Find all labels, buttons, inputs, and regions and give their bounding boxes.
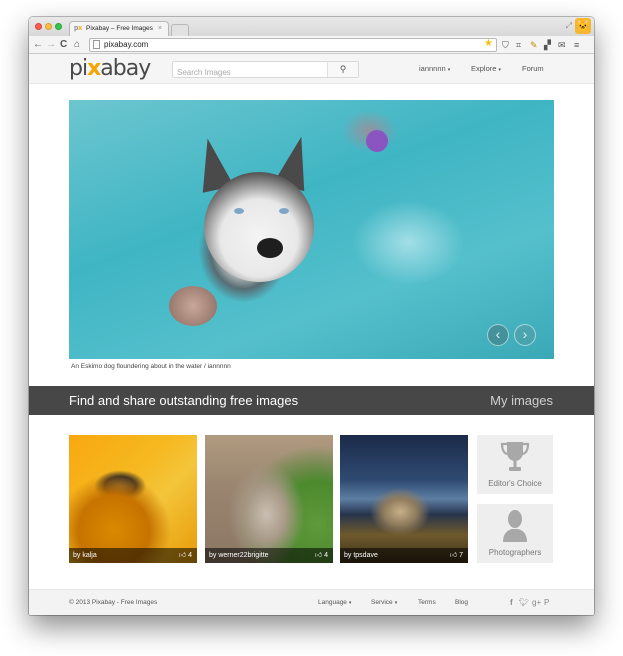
- bookmark-star-icon[interactable]: ★: [484, 38, 493, 50]
- my-images-link[interactable]: My images: [490, 386, 553, 415]
- blog-link[interactable]: Blog: [455, 590, 468, 615]
- thumbnail-overlay: by werner22brigitte 👍︎ 4: [205, 548, 333, 563]
- hero-dog-nose-shape: [257, 238, 283, 258]
- service-label: Service: [371, 599, 393, 606]
- minimize-window-button[interactable]: [45, 23, 52, 30]
- explore-menu[interactable]: Explore ▾: [471, 54, 501, 84]
- hero-dog-eye-shape: [234, 208, 244, 214]
- google-plus-icon[interactable]: g+: [532, 590, 541, 615]
- browser-window: px Pixabay – Free Images × ⤢ 🐱 ← → C ⌂ p…: [29, 17, 594, 615]
- url-text: pixabay.com: [104, 40, 149, 49]
- twitter-icon[interactable]: 🐦︎: [519, 590, 529, 615]
- editors-choice-label: Editor's Choice: [488, 479, 542, 488]
- hero-ball-shape: [366, 130, 388, 152]
- search-icon: ⚲: [339, 64, 347, 74]
- reload-button[interactable]: C: [60, 38, 67, 52]
- photographers-label: Photographers: [488, 548, 542, 557]
- language-menu[interactable]: Language ▾: [318, 590, 351, 615]
- terms-link[interactable]: Terms: [418, 590, 436, 615]
- thumbnail-overlay: by tpsdave 👍︎ 7: [340, 548, 468, 563]
- logo-text-x: x: [87, 56, 101, 81]
- pocket-icon[interactable]: ⛉: [502, 39, 509, 51]
- photographers-link[interactable]: Photographers: [477, 504, 553, 563]
- site-header: pixabay ⚲ iannnnn▾ Explore▾ Forum: [29, 54, 594, 84]
- hero-dog-face-shape: [204, 172, 314, 282]
- search-input[interactable]: [173, 65, 323, 80]
- zoom-window-button[interactable]: [55, 23, 62, 30]
- slider-next-button[interactable]: ›: [514, 324, 536, 346]
- page-content: pixabay ⚲ iannnnn▾ Explore▾ Forum ‹ › An…: [29, 54, 594, 615]
- copyright-text: © 2013 Pixabay - Free Images: [69, 599, 158, 606]
- facebook-icon[interactable]: f: [510, 590, 513, 615]
- pixabay-logo[interactable]: pixabay: [69, 56, 151, 81]
- thumbs-up-icon: 👍︎: [449, 552, 458, 559]
- page-icon: [93, 40, 100, 49]
- pixabay-favicon-icon: px: [74, 25, 83, 32]
- chevron-down-icon: ▾: [498, 67, 501, 73]
- pinterest-icon[interactable]: P: [544, 590, 549, 615]
- logo-text-start: pi: [69, 56, 88, 81]
- menu-icon[interactable]: ≡: [574, 39, 579, 51]
- tab-close-icon[interactable]: ×: [158, 22, 162, 36]
- search-form: ⚲: [172, 61, 359, 80]
- thumbnail-likes: 👍︎ 7: [450, 548, 463, 563]
- person-icon: [503, 510, 527, 542]
- fullscreen-icon[interactable]: ⤢: [566, 21, 572, 31]
- new-tab-button[interactable]: [171, 24, 189, 36]
- site-footer: © 2013 Pixabay - Free Images Language ▾ S…: [29, 589, 594, 615]
- trophy-icon: [500, 442, 530, 471]
- service-menu[interactable]: Service ▾: [371, 590, 397, 615]
- thumbnail-author[interactable]: by kalja: [73, 548, 97, 563]
- hero-image[interactable]: ‹ ›: [69, 100, 554, 359]
- forum-link[interactable]: Forum: [522, 54, 544, 84]
- thumbnail-likes: 👍︎ 4: [179, 548, 192, 563]
- thumbnail-card[interactable]: by werner22brigitte 👍︎ 4: [205, 435, 333, 563]
- thumbs-up-icon: 👍︎: [178, 552, 187, 559]
- hero-dog-eye-shape: [279, 208, 289, 214]
- user-menu-label: iannnnn: [419, 64, 446, 73]
- tagline-banner: Find and share outstanding free images M…: [29, 386, 594, 415]
- likes-count: 4: [188, 552, 192, 559]
- thumbnail-likes: 👍︎ 4: [315, 548, 328, 563]
- slider-prev-button[interactable]: ‹: [487, 324, 509, 346]
- screenshot-icon[interactable]: ⌗: [516, 39, 521, 51]
- forward-button[interactable]: →: [46, 38, 56, 52]
- address-bar[interactable]: pixabay.com ★: [89, 38, 497, 52]
- browser-tab-active[interactable]: px Pixabay – Free Images ×: [69, 21, 169, 36]
- home-button[interactable]: ⌂: [74, 38, 80, 52]
- close-window-button[interactable]: [35, 23, 42, 30]
- thumbs-up-icon: 👍︎: [314, 552, 323, 559]
- banner-title: Find and share outstanding free images: [69, 393, 299, 408]
- logo-text-end: abay: [100, 56, 151, 81]
- chevron-down-icon: ▾: [348, 600, 352, 606]
- hero-dog-paw-shape: [169, 286, 217, 326]
- search-button[interactable]: ⚲: [327, 62, 358, 77]
- css-icon[interactable]: ✎: [530, 39, 538, 51]
- language-label: Language: [318, 599, 347, 606]
- editors-choice-link[interactable]: Editor's Choice: [477, 435, 553, 494]
- browser-toolbar: ← → C ⌂ pixabay.com ★ ⛉ ⌗ ✎ ▞ ✉ ≡: [29, 36, 594, 54]
- chevron-down-icon: ▾: [394, 600, 398, 606]
- hero-caption: An Eskimo dog floundering about in the w…: [71, 363, 231, 370]
- extension-icon[interactable]: ▞: [544, 39, 551, 51]
- chevron-down-icon: ▾: [447, 67, 451, 73]
- thumbnail-overlay: by kalja 👍︎ 4: [69, 548, 197, 563]
- user-menu[interactable]: iannnnn ▾: [419, 54, 450, 84]
- thumbnail-author[interactable]: by tpsdave: [344, 548, 378, 563]
- thumbnail-card[interactable]: by tpsdave 👍︎ 7: [340, 435, 468, 563]
- likes-count: 7: [459, 552, 463, 559]
- explore-menu-label: Explore: [471, 64, 497, 73]
- back-button[interactable]: ←: [33, 38, 43, 52]
- tab-title: Pixabay – Free Images: [86, 25, 153, 32]
- likes-count: 4: [324, 552, 328, 559]
- thumbnail-card[interactable]: by kalja 👍︎ 4: [69, 435, 197, 563]
- profile-avatar-icon[interactable]: 🐱: [575, 18, 591, 34]
- thumbnail-author[interactable]: by werner22brigitte: [209, 548, 269, 563]
- gmail-icon[interactable]: ✉: [558, 39, 566, 51]
- tab-strip: px Pixabay – Free Images × ⤢ 🐱: [29, 17, 594, 36]
